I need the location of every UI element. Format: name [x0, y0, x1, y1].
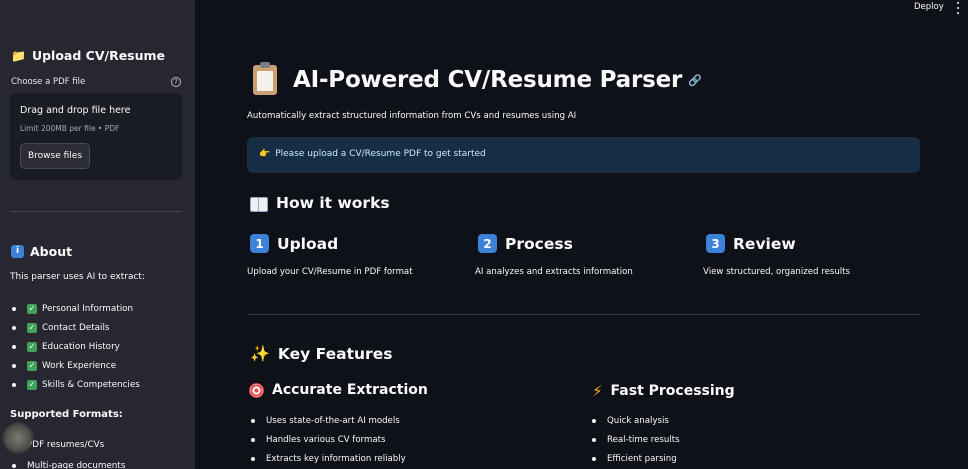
step-2-title: Process — [505, 234, 573, 253]
folder-icon: 📁 — [11, 48, 26, 63]
list-item: ✓ Work Experience — [10, 356, 140, 375]
more-vertical-icon[interactable] — [956, 2, 960, 14]
list-item: Efficient parsing — [590, 449, 680, 468]
target-icon — [249, 382, 264, 398]
about-item-label: Personal Information — [42, 303, 134, 314]
sidebar: 📁 Upload CV/Resume Choose a PDF file ? D… — [0, 0, 195, 469]
list-item: Quick analysis — [590, 411, 680, 430]
file-dropzone[interactable]: Drag and drop file here Limit 200MB per … — [10, 93, 182, 180]
key-features-text: Key Features — [277, 344, 393, 363]
info-alert: 👉 Please upload a CV/Resume PDF to get s… — [247, 137, 920, 173]
step-3-heading: 3 Review — [706, 234, 796, 253]
feature-item-label: Quick analysis — [607, 415, 669, 426]
step-1-heading: 1 Upload — [250, 234, 338, 253]
info-icon: i — [11, 245, 24, 258]
sparkles-icon: ✨ — [250, 344, 270, 363]
upload-heading: 📁 Upload CV/Resume — [11, 48, 165, 63]
feature-fast-list: Quick analysis Real-time results Efficie… — [590, 411, 680, 469]
sidebar-divider — [10, 211, 182, 212]
feature-fast-title: Fast Processing — [610, 383, 735, 399]
step-3-desc: View structured, organized results — [703, 267, 851, 277]
step-1-title: Upload — [277, 234, 339, 253]
main-divider — [247, 314, 920, 315]
feature-fast-heading: ⚡ Fast Processing — [592, 382, 735, 400]
upload-heading-text: Upload CV/Resume — [31, 48, 166, 63]
step-1-desc: Upload your CV/Resume in PDF format — [247, 267, 413, 277]
keycap-3-icon: 3 — [706, 234, 725, 253]
format-item-label: Multi-page documents — [27, 460, 126, 469]
step-2-heading: 2 Process — [478, 234, 573, 253]
info-alert-text: Please upload a CV/Resume PDF to get sta… — [275, 149, 486, 159]
about-list: ✓ Personal Information ✓ Contact Details ✓… — [10, 299, 140, 394]
clipboard-icon — [253, 62, 277, 95]
keycap-2-icon: 2 — [478, 234, 497, 253]
pointing-hand-icon: 👉 — [259, 149, 271, 159]
deploy-button[interactable]: Deploy — [914, 2, 944, 12]
page-title: AI-Powered CV/Resume Parser 🔗 — [253, 62, 702, 95]
about-item-label: Education History — [42, 341, 120, 352]
key-features-heading: ✨ Key Features — [250, 344, 392, 363]
how-it-works-heading: How it works — [250, 194, 390, 212]
help-icon[interactable]: ? — [171, 77, 181, 87]
feature-accurate-list: Uses state-of-the-art AI models Handles … — [249, 411, 406, 469]
lightning-icon: ⚡ — [592, 382, 603, 400]
feature-item-label: Real-time results — [607, 434, 680, 445]
about-item-label: Contact Details — [42, 322, 110, 333]
link-icon[interactable]: 🔗 — [688, 74, 702, 87]
page-subtitle: Automatically extract structured informa… — [247, 111, 577, 121]
feature-item-label: Efficient parsing — [607, 453, 677, 464]
step-3-title: Review — [733, 234, 796, 253]
feature-accurate-heading: Accurate Extraction — [249, 382, 428, 398]
checkmark-icon: ✓ — [27, 341, 37, 352]
checkmark-icon: ✓ — [27, 303, 37, 314]
list-item: Handles various CV formats — [249, 430, 406, 449]
list-item: Extracts key information reliably — [249, 449, 406, 468]
open-book-icon — [250, 196, 268, 212]
about-intro: This parser uses AI to extract: — [10, 272, 145, 282]
list-item: Multi-page documents — [10, 455, 125, 469]
browse-files-button[interactable]: Browse files — [20, 143, 90, 169]
step-2-desc: AI analyzes and extracts information — [475, 267, 633, 277]
page-title-text: AI-Powered CV/Resume Parser — [293, 67, 683, 93]
about-item-label: Work Experience — [42, 360, 117, 371]
list-item: ✓ Skills & Competencies — [10, 375, 140, 394]
about-item-label: Skills & Competencies — [42, 379, 140, 390]
checkmark-icon: ✓ — [27, 322, 37, 333]
list-item: ✓ Personal Information — [10, 299, 140, 318]
list-item: Real-time results — [590, 430, 680, 449]
list-item: ✓ Contact Details — [10, 318, 140, 337]
dropzone-title: Drag and drop file here — [20, 105, 131, 116]
about-heading: i About — [11, 244, 72, 259]
cursor-highlight — [2, 422, 34, 454]
feature-item-label: Uses state-of-the-art AI models — [266, 415, 400, 426]
how-it-works-text: How it works — [276, 194, 390, 212]
formats-heading: Supported Formats: — [10, 409, 123, 420]
dropzone-limit: Limit 200MB per file • PDF — [20, 124, 120, 133]
file-uploader-label: Choose a PDF file — [11, 77, 86, 87]
about-heading-text: About — [30, 244, 73, 259]
feature-item-label: Extracts key information reliably — [266, 453, 406, 464]
feature-item-label: Handles various CV formats — [266, 434, 386, 445]
feature-accurate-title: Accurate Extraction — [272, 382, 428, 398]
checkmark-icon: ✓ — [27, 360, 37, 371]
checkmark-icon: ✓ — [27, 379, 37, 390]
list-item: Uses state-of-the-art AI models — [249, 411, 406, 430]
keycap-1-icon: 1 — [250, 234, 269, 253]
list-item: ✓ Education History — [10, 337, 140, 356]
format-item-label: PDF resumes/CVs — [27, 439, 105, 450]
